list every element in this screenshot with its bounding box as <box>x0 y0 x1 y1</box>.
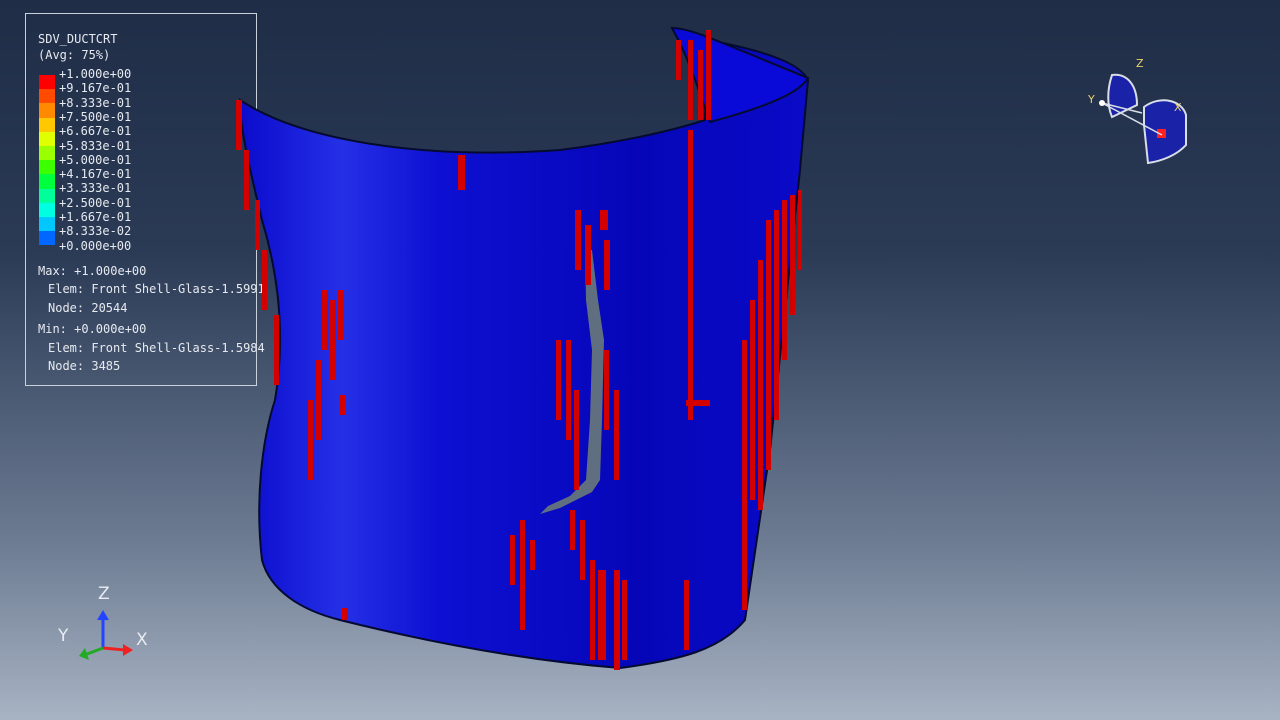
crack-strip <box>688 130 693 420</box>
crack-strip <box>236 100 242 150</box>
view-orientation-cube[interactable]: Z Y X <box>1082 55 1192 170</box>
crack-strip <box>330 300 335 380</box>
crack-strip <box>255 200 260 250</box>
crack-strip <box>262 250 267 310</box>
crack-strip <box>530 540 535 570</box>
crack-strip <box>274 315 279 385</box>
crack-strip <box>574 390 579 490</box>
crack-strip <box>750 300 755 500</box>
viewcube-z-label: Z <box>1136 57 1144 70</box>
crack-strip <box>686 400 710 406</box>
crack-strip <box>570 510 575 550</box>
viewcube-x-label: X <box>1174 101 1182 114</box>
crack-strip <box>622 580 627 660</box>
crack-strip <box>604 240 610 290</box>
crack-strip <box>798 190 802 270</box>
crack-strip <box>758 260 763 510</box>
triad-z-label: Z <box>98 584 110 604</box>
crack-strip <box>458 155 465 190</box>
crack-strip <box>598 570 606 660</box>
crack-strip <box>782 200 787 360</box>
crack-strip <box>244 150 249 210</box>
crack-strip <box>766 220 771 470</box>
crack-strip <box>580 520 585 580</box>
crack-strip <box>604 350 609 430</box>
triad-y-label: Y <box>58 626 69 646</box>
crack-strip <box>590 560 595 660</box>
crack-strip <box>688 40 693 120</box>
crack-strip <box>338 290 343 340</box>
crack-strip <box>556 340 561 420</box>
crack-strip <box>342 608 348 620</box>
crack-strip <box>684 580 689 650</box>
crack-strip <box>308 400 313 480</box>
crack-strip <box>790 195 795 315</box>
crack-strip <box>510 535 515 585</box>
crack-strip <box>566 340 571 440</box>
crack-strip <box>340 395 345 415</box>
crack-strip <box>600 210 608 230</box>
crack-strip <box>774 210 779 420</box>
crack-strip <box>706 30 711 120</box>
crack-strip <box>575 210 581 270</box>
crack-strip <box>614 570 620 670</box>
graphics-viewport[interactable]: SDV_DUCTCRT (Avg: 75%) +1.000e+00 +9.167e… <box>0 0 1280 720</box>
viewcube-y-label: Y <box>1088 93 1095 106</box>
crack-strip <box>742 340 747 610</box>
crack-strip <box>676 40 681 80</box>
crack-strip <box>316 360 321 440</box>
crack-strip <box>614 390 619 480</box>
triad-x-label: X <box>136 630 148 650</box>
crack-strip <box>698 50 703 120</box>
crack-strip <box>585 225 591 285</box>
crack-strip <box>322 290 327 350</box>
view-triad: Z Y X <box>55 580 165 660</box>
crack-strip <box>520 520 525 630</box>
